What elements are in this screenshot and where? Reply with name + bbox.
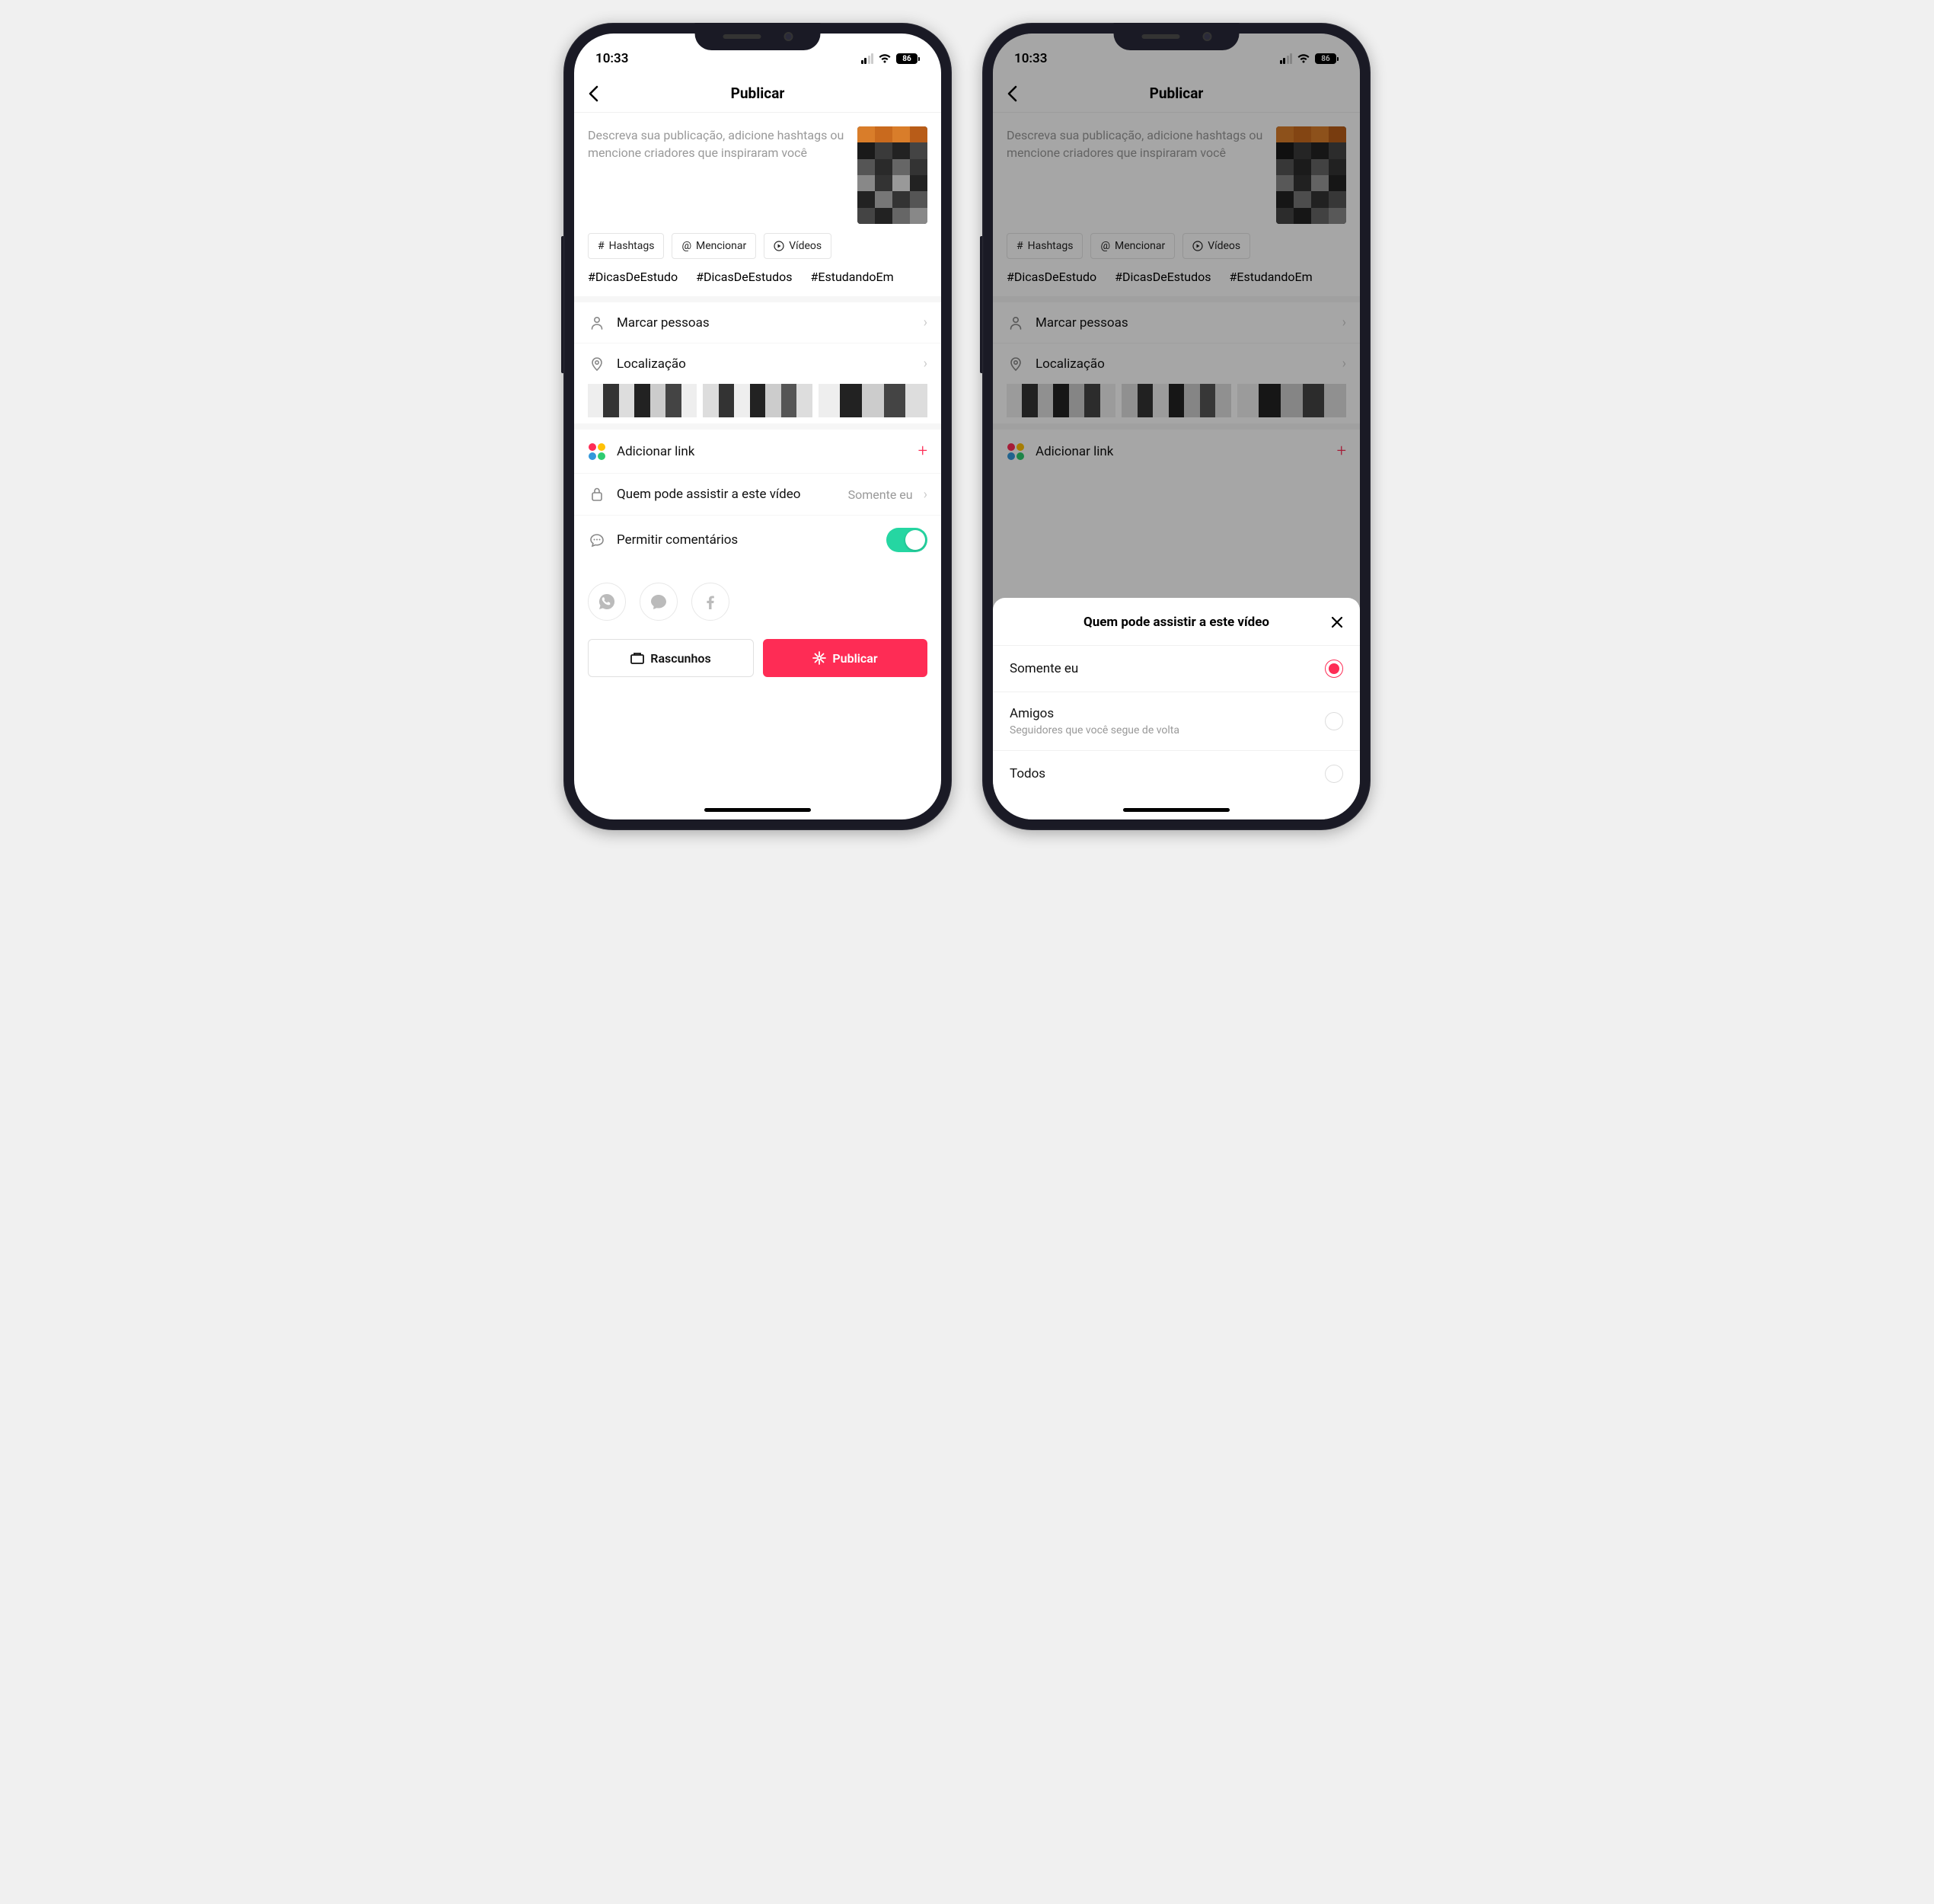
share-whatsapp-icon[interactable] bbox=[588, 583, 626, 621]
suggested-hashtag[interactable]: #DicasDeEstudos bbox=[696, 270, 792, 284]
status-time: 10:33 bbox=[595, 51, 628, 66]
suggested-hashtag[interactable]: #EstudandoEm bbox=[811, 270, 894, 284]
caption-input[interactable]: Descreva sua publicação, adicione hashta… bbox=[588, 126, 848, 224]
home-indicator[interactable] bbox=[704, 808, 811, 812]
row-add-link[interactable]: Adicionar link + bbox=[574, 430, 941, 474]
play-circle-icon bbox=[774, 241, 784, 251]
comments-toggle[interactable] bbox=[886, 528, 927, 552]
chevron-right-icon: › bbox=[924, 315, 927, 331]
close-button[interactable] bbox=[1329, 615, 1345, 630]
back-button[interactable] bbox=[588, 85, 598, 102]
privacy-option-friends[interactable]: Amigos Seguidores que você segue de volt… bbox=[993, 692, 1360, 750]
location-pin-icon bbox=[588, 356, 606, 372]
device-notch bbox=[1114, 23, 1240, 50]
drafts-icon bbox=[630, 652, 644, 664]
privacy-option-only-me[interactable]: Somente eu bbox=[993, 645, 1360, 692]
at-icon: @ bbox=[681, 240, 691, 252]
plus-icon: + bbox=[918, 442, 927, 461]
comment-icon bbox=[588, 532, 606, 548]
chip-mention[interactable]: @Mencionar bbox=[672, 233, 756, 259]
radio-unchecked-icon bbox=[1325, 712, 1343, 730]
nav-header: Publicar bbox=[574, 75, 941, 113]
screen-left: 10:33 86 Publicar Descreva sua publicaçã… bbox=[574, 34, 941, 819]
battery-icon: 86 bbox=[896, 53, 920, 64]
row-comments: Permitir comentários bbox=[574, 516, 941, 564]
row-privacy[interactable]: Quem pode assistir a este vídeo Somente … bbox=[574, 474, 941, 516]
sheet-title: Quem pode assistir a este vídeo bbox=[1083, 615, 1269, 630]
radio-checked-icon bbox=[1325, 660, 1343, 678]
publish-icon bbox=[812, 651, 826, 665]
person-icon bbox=[588, 315, 606, 331]
drafts-button[interactable]: Rascunhos bbox=[588, 639, 754, 677]
phone-frame-right: 10:33 86 Publicar Descreva sua publicaçã… bbox=[982, 23, 1371, 830]
publish-button[interactable]: Publicar bbox=[763, 639, 927, 677]
video-thumbnail[interactable] bbox=[857, 126, 927, 224]
lock-icon bbox=[588, 487, 606, 502]
link-dots-icon bbox=[588, 443, 606, 460]
page-title: Publicar bbox=[731, 85, 785, 102]
location-suggestions-blurred[interactable] bbox=[588, 384, 927, 417]
home-indicator[interactable] bbox=[1123, 808, 1230, 812]
privacy-value: Somente eu bbox=[848, 487, 913, 502]
privacy-sheet: Quem pode assistir a este vídeo Somente … bbox=[993, 598, 1360, 819]
row-location[interactable]: Localização › bbox=[574, 343, 941, 384]
screen-right: 10:33 86 Publicar Descreva sua publicaçã… bbox=[993, 34, 1360, 819]
privacy-option-everyone[interactable]: Todos bbox=[993, 750, 1360, 797]
share-message-icon[interactable] bbox=[640, 583, 678, 621]
device-notch bbox=[695, 23, 821, 50]
chip-hashtags[interactable]: #Hashtags bbox=[588, 233, 664, 259]
radio-unchecked-icon bbox=[1325, 765, 1343, 783]
cellular-signal-icon bbox=[861, 53, 874, 64]
hash-icon: # bbox=[598, 240, 605, 252]
row-tag-people[interactable]: Marcar pessoas › bbox=[574, 302, 941, 343]
wifi-icon bbox=[878, 53, 892, 64]
chevron-right-icon: › bbox=[924, 356, 927, 372]
phone-frame-left: 10:33 86 Publicar Descreva sua publicaçã… bbox=[563, 23, 952, 830]
share-facebook-icon[interactable] bbox=[691, 583, 729, 621]
suggested-hashtag[interactable]: #DicasDeEstudo bbox=[588, 270, 678, 284]
chip-videos[interactable]: Vídeos bbox=[764, 233, 831, 259]
chevron-right-icon: › bbox=[924, 487, 927, 503]
